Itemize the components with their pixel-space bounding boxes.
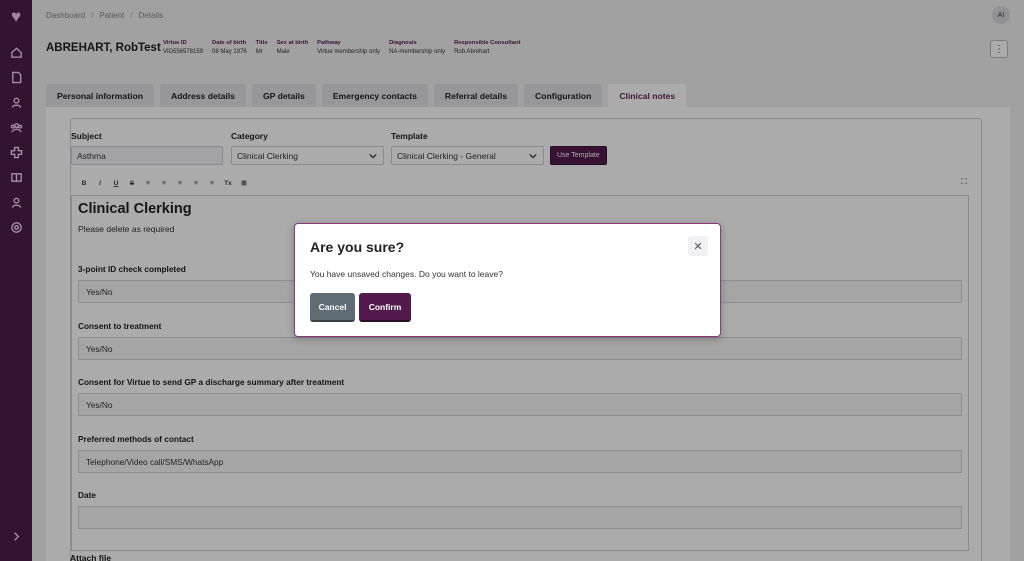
close-icon[interactable]: ✕: [688, 236, 708, 256]
confirm-button[interactable]: Confirm: [359, 293, 411, 322]
cancel-button[interactable]: Cancel: [310, 293, 355, 322]
dialog-message: You have unsaved changes. Do you want to…: [310, 269, 503, 279]
confirm-dialog: Are you sure? ✕ You have unsaved changes…: [294, 223, 721, 337]
dialog-title: Are you sure?: [310, 239, 405, 255]
